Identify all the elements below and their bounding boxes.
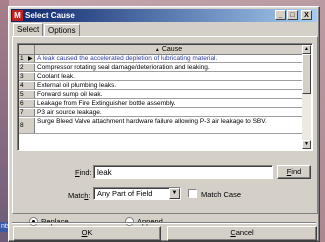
minimize-button[interactable]: _ <box>275 10 286 20</box>
scroll-down-icon[interactable]: ▼ <box>302 140 311 149</box>
row-number: 5 <box>19 91 35 98</box>
table-row[interactable]: 7 P3 air source leakage. <box>19 109 302 117</box>
window-title: Select Cause <box>25 11 75 20</box>
match-case-checkbox[interactable] <box>188 189 197 198</box>
select-tab-panel: ▲ Cause 1 ▶ A leak caused the accelerated … <box>12 36 318 214</box>
table-row[interactable]: 1 ▶ A leak caused the accelerated depleti… <box>19 55 302 63</box>
current-row-pointer-icon: ▶ <box>28 56 33 62</box>
chevron-down-icon[interactable]: ▼ <box>169 188 180 199</box>
cause-cell[interactable]: Forward sump oil leak. <box>37 91 300 99</box>
grid-vertical-scrollbar[interactable]: ▲ ▼ <box>302 45 311 149</box>
button-separator <box>12 222 316 224</box>
row-number: 1 ▶ <box>19 55 35 62</box>
tab-options[interactable]: Options <box>44 24 80 36</box>
row-number: 8 <box>19 118 35 133</box>
row-number: 6 <box>19 100 35 107</box>
table-row[interactable]: 3 Coolant leak. <box>19 73 302 81</box>
cause-cell[interactable]: External oil plumbing leaks. <box>37 82 300 90</box>
close-button[interactable]: X <box>301 10 312 20</box>
match-dropdown-value: Any Part of Field <box>97 189 153 198</box>
title-bar[interactable]: M Select Cause _ □ X <box>11 9 317 22</box>
match-label: Match: <box>68 191 91 200</box>
cause-cell[interactable]: Compressor rotating seal damage/deterior… <box>37 64 300 72</box>
cause-cell[interactable]: P3 air source leakage. <box>37 109 300 117</box>
cause-cell[interactable]: Surge Bleed Valve attachment hardware fa… <box>37 118 300 126</box>
app-icon: M <box>12 10 23 21</box>
select-cause-dialog: M Select Cause _ □ X Select Options ▲ Cau… <box>8 6 320 242</box>
cancel-button[interactable]: Cancel <box>167 226 317 241</box>
table-row[interactable]: 5 Forward sump oil leak. <box>19 91 302 99</box>
match-case-label: Match Case <box>201 190 242 199</box>
scroll-thumb[interactable] <box>302 54 311 94</box>
find-input[interactable] <box>93 165 273 179</box>
match-dropdown[interactable]: Any Part of Field ▼ <box>93 187 181 200</box>
cause-cell[interactable]: A leak caused the accelerated depletion … <box>37 55 300 63</box>
row-number: 3 <box>19 73 35 80</box>
column-header-cause[interactable]: ▲ Cause <box>35 45 302 55</box>
grid-header: ▲ Cause <box>19 45 302 55</box>
restore-button[interactable]: □ <box>287 10 298 20</box>
table-row[interactable]: 4 External oil plumbing leaks. <box>19 82 302 90</box>
table-row[interactable]: 2 Compressor rotating seal damage/deteri… <box>19 64 302 72</box>
table-row[interactable]: 6 Leakage from Fire Extinguisher bottle … <box>19 100 302 108</box>
row-number: 4 <box>19 82 35 89</box>
row-number: 7 <box>19 109 35 116</box>
find-label: Find: <box>75 168 92 177</box>
cause-cell[interactable]: Coolant leak. <box>37 73 300 81</box>
cause-grid[interactable]: ▲ Cause 1 ▶ A leak caused the accelerated … <box>17 43 313 151</box>
table-row[interactable]: 8 Surge Bleed Valve attachment hardware … <box>19 118 302 134</box>
tab-select[interactable]: Select <box>13 23 44 36</box>
sort-ascending-icon: ▲ <box>154 47 160 53</box>
ok-button[interactable]: OK <box>13 226 161 241</box>
row-number: 2 <box>19 64 35 71</box>
grid-header-corner[interactable] <box>19 45 35 55</box>
column-header-cause-label: Cause <box>161 46 183 53</box>
scroll-up-icon[interactable]: ▲ <box>302 45 311 54</box>
find-button[interactable]: Find <box>277 165 311 179</box>
cause-cell[interactable]: Leakage from Fire Extinguisher bottle as… <box>37 100 300 108</box>
